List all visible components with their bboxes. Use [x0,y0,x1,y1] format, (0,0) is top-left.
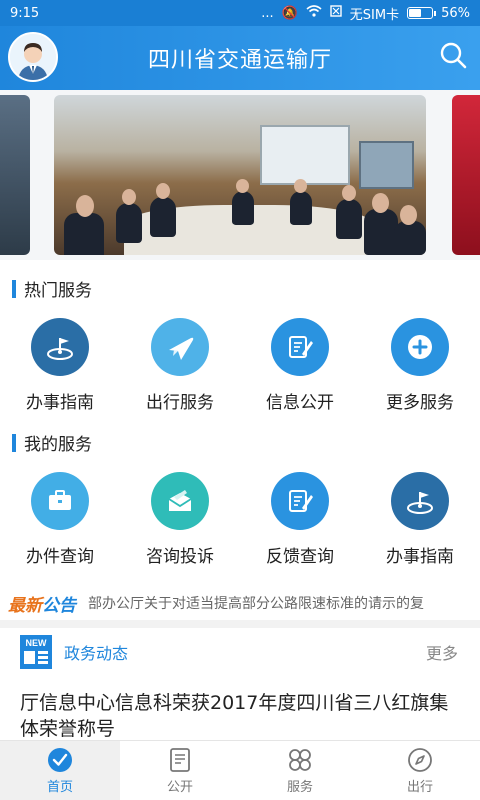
banner-person [364,209,398,255]
service-guide-2[interactable]: 办事指南 [360,472,480,567]
sim-off-icon [330,5,342,21]
status-bar: 9:15 ... 🔕 无SIM卡 56% [0,0,480,26]
section-divider [0,620,480,628]
mute-icon: 🔕 [281,5,298,21]
banner-person [336,199,362,239]
plane-icon [151,318,209,376]
hot-services-heading: 热门服务 [12,276,92,301]
service-case-query[interactable]: 办件查询 [0,472,120,567]
sim-status: 无SIM卡 [349,7,400,23]
envelope-icon [151,472,209,530]
section-accent-bar [12,433,16,452]
status-icons: ... 🔕 无SIM卡 56% [261,4,470,23]
banner-person [150,197,176,237]
service-guide-2-label: 办事指南 [386,547,454,567]
news-icon-label: NEW [26,638,48,648]
news-header: NEW 政务动态 更多 [0,628,480,676]
news-more-link[interactable]: 更多 [426,640,458,664]
compass-icon [408,748,432,772]
banner-wall-map [359,141,414,189]
notice-tag: 最新公告 [0,591,76,616]
plus-icon [391,318,449,376]
briefcase-icon [31,472,89,530]
banner-person [116,203,142,243]
notice-tag-latest: 最新 [8,595,42,616]
service-case-query-label: 办件查询 [26,547,94,567]
notice-ticker[interactable]: 最新公告 部办公厅关于对适当提高部分公路限速标准的请示的复 [0,587,480,619]
service-more-label: 更多服务 [386,393,454,413]
banner-slide-next[interactable] [452,95,480,255]
my-services-grid: 办件查询 咨询投诉 反馈查询 办事指南 [0,472,480,567]
service-consult-complaint[interactable]: 咨询投诉 [120,472,240,567]
wifi-icon [306,5,322,21]
section-accent-bar [12,279,16,298]
banner-person [394,221,426,255]
banner-person-head [122,189,136,205]
banner-person [64,213,104,255]
battery-icon [407,7,437,19]
service-feedback-query-label: 反馈查询 [266,547,334,567]
banner-slide-meeting-photo[interactable] [54,95,426,255]
my-services-label: 我的服务 [24,435,92,455]
guide-icon [31,318,89,376]
user-avatar-icon[interactable] [8,32,58,82]
banner-projection-screen [260,125,350,185]
hot-services-grid: 办事指南 出行服务 信息公开 更多服务 [0,318,480,413]
banner-person-head [342,185,356,201]
banner-person [290,191,312,225]
banner-slide-previous[interactable] [0,95,30,255]
page-title: 四川省交通运输厅 [147,48,332,73]
banner-person-head [76,195,94,217]
service-guide[interactable]: 办事指南 [0,318,120,413]
service-feedback-query[interactable]: 反馈查询 [240,472,360,567]
notice-text[interactable]: 部办公厅关于对适当提高部分公路限速标准的请示的复 [88,593,424,613]
nav-disclosure[interactable]: 公开 [120,741,240,800]
battery-level [409,9,421,17]
news-headline[interactable]: 厅信息中心信息科荣获2017年度四川省三八红旗集体荣誉称号 [20,690,465,742]
service-travel-label: 出行服务 [146,393,214,413]
app-header: 四川省交通运输厅 [0,26,480,90]
document-icon [170,748,190,772]
nav-travel[interactable]: 出行 [360,741,480,800]
battery-percent: 56% [441,5,470,21]
news-icon: NEW [20,635,52,669]
nav-home-label: 首页 [46,780,73,795]
banner-person [232,191,254,225]
news-section-title: 政务动态 [64,644,129,663]
service-info-disclosure-label: 信息公开 [266,393,334,413]
service-travel[interactable]: 出行服务 [120,318,240,413]
banner-person-head [236,179,249,193]
banner-carousel[interactable] [0,90,480,260]
service-guide-label: 办事指南 [26,393,94,413]
nav-disclosure-label: 公开 [166,780,193,795]
banner-person-head [294,179,307,193]
notice-tag-announcement: 公告 [42,595,76,616]
edit-doc-icon [271,318,329,376]
banner-person-head [156,183,170,199]
nav-travel-label: 出行 [406,780,433,795]
banner-person-head [400,205,417,225]
bottom-nav: 首页 公开 服务 出行 [0,740,480,800]
home-check-icon [48,748,72,772]
banner-person-head [372,193,389,213]
services-grid-icon [289,749,311,771]
status-dots: ... [261,5,274,21]
edit-doc-icon [271,472,329,530]
nav-services[interactable]: 服务 [240,741,360,800]
status-time: 9:15 [10,5,40,21]
nav-services-label: 服务 [286,780,313,795]
service-info-disclosure[interactable]: 信息公开 [240,318,360,413]
guide-icon [391,472,449,530]
service-consult-complaint-label: 咨询投诉 [146,547,214,567]
hot-services-label: 热门服务 [24,281,92,301]
search-icon[interactable] [438,40,468,70]
nav-home[interactable]: 首页 [0,741,120,800]
service-more[interactable]: 更多服务 [360,318,480,413]
my-services-heading: 我的服务 [12,430,92,455]
